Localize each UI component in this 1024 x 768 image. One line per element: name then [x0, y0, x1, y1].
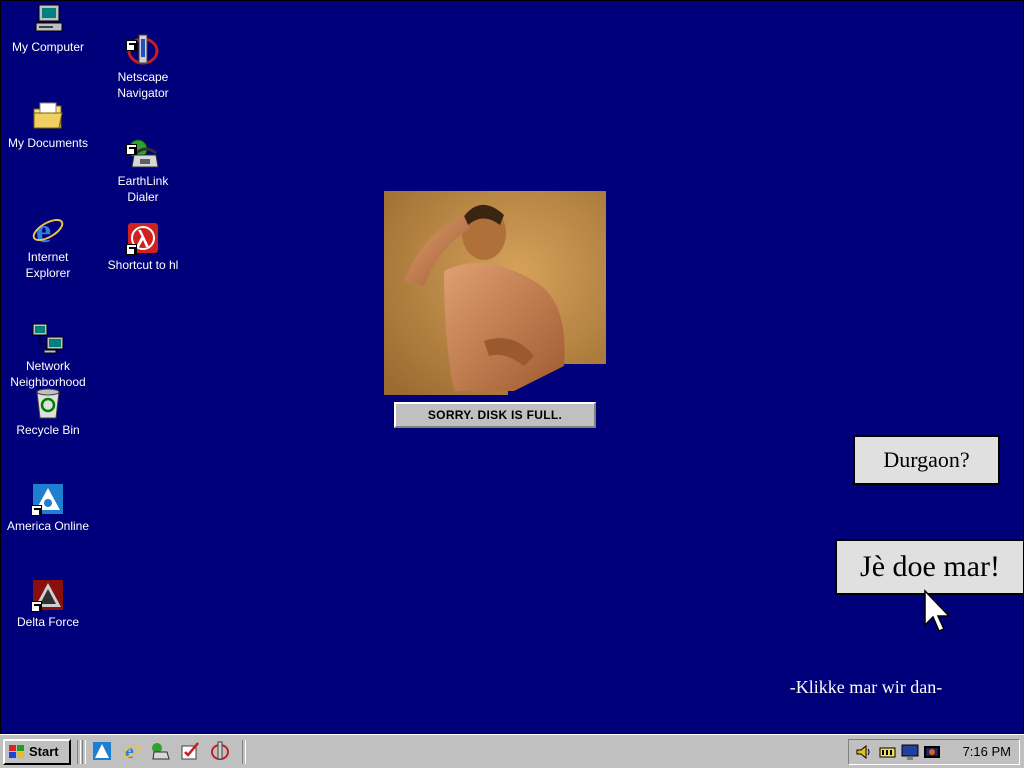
quicklaunch-check[interactable] — [180, 741, 200, 761]
shortcut-arrow-icon — [126, 244, 137, 255]
tray-speaker[interactable] — [855, 743, 873, 761]
answer-callout: Jè doe mar! — [835, 539, 1023, 595]
svg-text:e: e — [36, 213, 51, 247]
tray-battery[interactable] — [879, 743, 897, 761]
start-button[interactable]: Start — [3, 739, 71, 765]
aol-icon — [93, 742, 111, 760]
desktop-icon-label: Shortcut to hl — [107, 258, 179, 272]
desktop-icon-label: My Documents — [7, 136, 89, 150]
shortcut-arrow-icon — [31, 505, 42, 516]
shortcut-arrow-icon — [31, 601, 42, 612]
network-icon — [32, 323, 64, 354]
cursor-arrow-icon — [924, 589, 951, 632]
quicklaunch-ie[interactable]: e — [122, 741, 142, 761]
shortcut-arrow-icon — [126, 40, 137, 51]
desktop-icon-label: America Online — [6, 519, 90, 533]
desktop-icon-internet-explorer[interactable]: e Internet Explorer — [1, 181, 96, 281]
desktop-icon-netscape-navigator[interactable]: Netscape Navigator — [95, 1, 191, 101]
netscape-icon — [211, 741, 229, 760]
folder-icon — [33, 102, 63, 129]
quicklaunch-netscape[interactable] — [210, 741, 230, 761]
taskbar-separator — [82, 740, 86, 764]
phone-icon — [152, 743, 170, 760]
disk-full-message[interactable]: SORRY. DISK IS FULL. — [394, 402, 596, 428]
taskbar-separator — [77, 740, 81, 764]
speaker-icon — [856, 744, 870, 760]
start-label: Start — [29, 744, 59, 759]
display-icon — [924, 746, 940, 758]
windows-flag-icon — [9, 745, 24, 758]
desktop-icon-label: My Computer — [11, 40, 85, 54]
question-callout: Durgaon? — [853, 435, 1000, 485]
desktop-icon-label: Recycle Bin — [16, 423, 80, 437]
desktop-icon-delta-force[interactable]: Delta Force — [1, 578, 96, 630]
monitor-icon — [901, 744, 919, 760]
desktop-icon-earthlink-dialer[interactable]: EarthLink Dialer — [95, 105, 191, 205]
battery-icon — [879, 747, 896, 758]
desktop-icon-label: Delta Force — [16, 615, 80, 629]
check-icon — [181, 742, 199, 760]
quicklaunch-earthlink[interactable] — [150, 741, 170, 761]
center-photo — [384, 191, 606, 395]
recycle-bin-icon — [36, 388, 60, 419]
clock[interactable]: 7:16 PM — [963, 740, 1011, 764]
tray-display[interactable] — [923, 743, 941, 761]
system-tray: 7:16 PM — [848, 739, 1020, 765]
desktop-icon-my-computer[interactable]: My Computer — [1, 3, 96, 55]
desktop-icon-america-online[interactable]: America Online — [1, 482, 96, 534]
desktop: My Computer My Documents e Internet Expl… — [1, 1, 1023, 733]
hint-text: -Klikke mar wir dan- — [789, 677, 943, 697]
desktop-icon-recycle-bin[interactable]: Recycle Bin — [1, 386, 96, 438]
taskbar-separator — [242, 740, 246, 764]
desktop-icon-shortcut-to-hl[interactable]: Shortcut to hl — [95, 221, 191, 273]
quicklaunch-aol[interactable] — [92, 741, 112, 761]
desktop-icon-network-neighborhood[interactable]: Network Neighborhood — [1, 290, 96, 390]
computer-icon — [35, 4, 63, 32]
ie-icon: e — [32, 213, 64, 247]
desktop-icon-my-documents[interactable]: My Documents — [1, 99, 96, 151]
ie-icon: e — [123, 741, 141, 761]
shortcut-arrow-icon — [126, 144, 137, 155]
taskbar: Start e 7:16 PM — [0, 734, 1024, 768]
tray-monitor[interactable] — [901, 743, 919, 761]
